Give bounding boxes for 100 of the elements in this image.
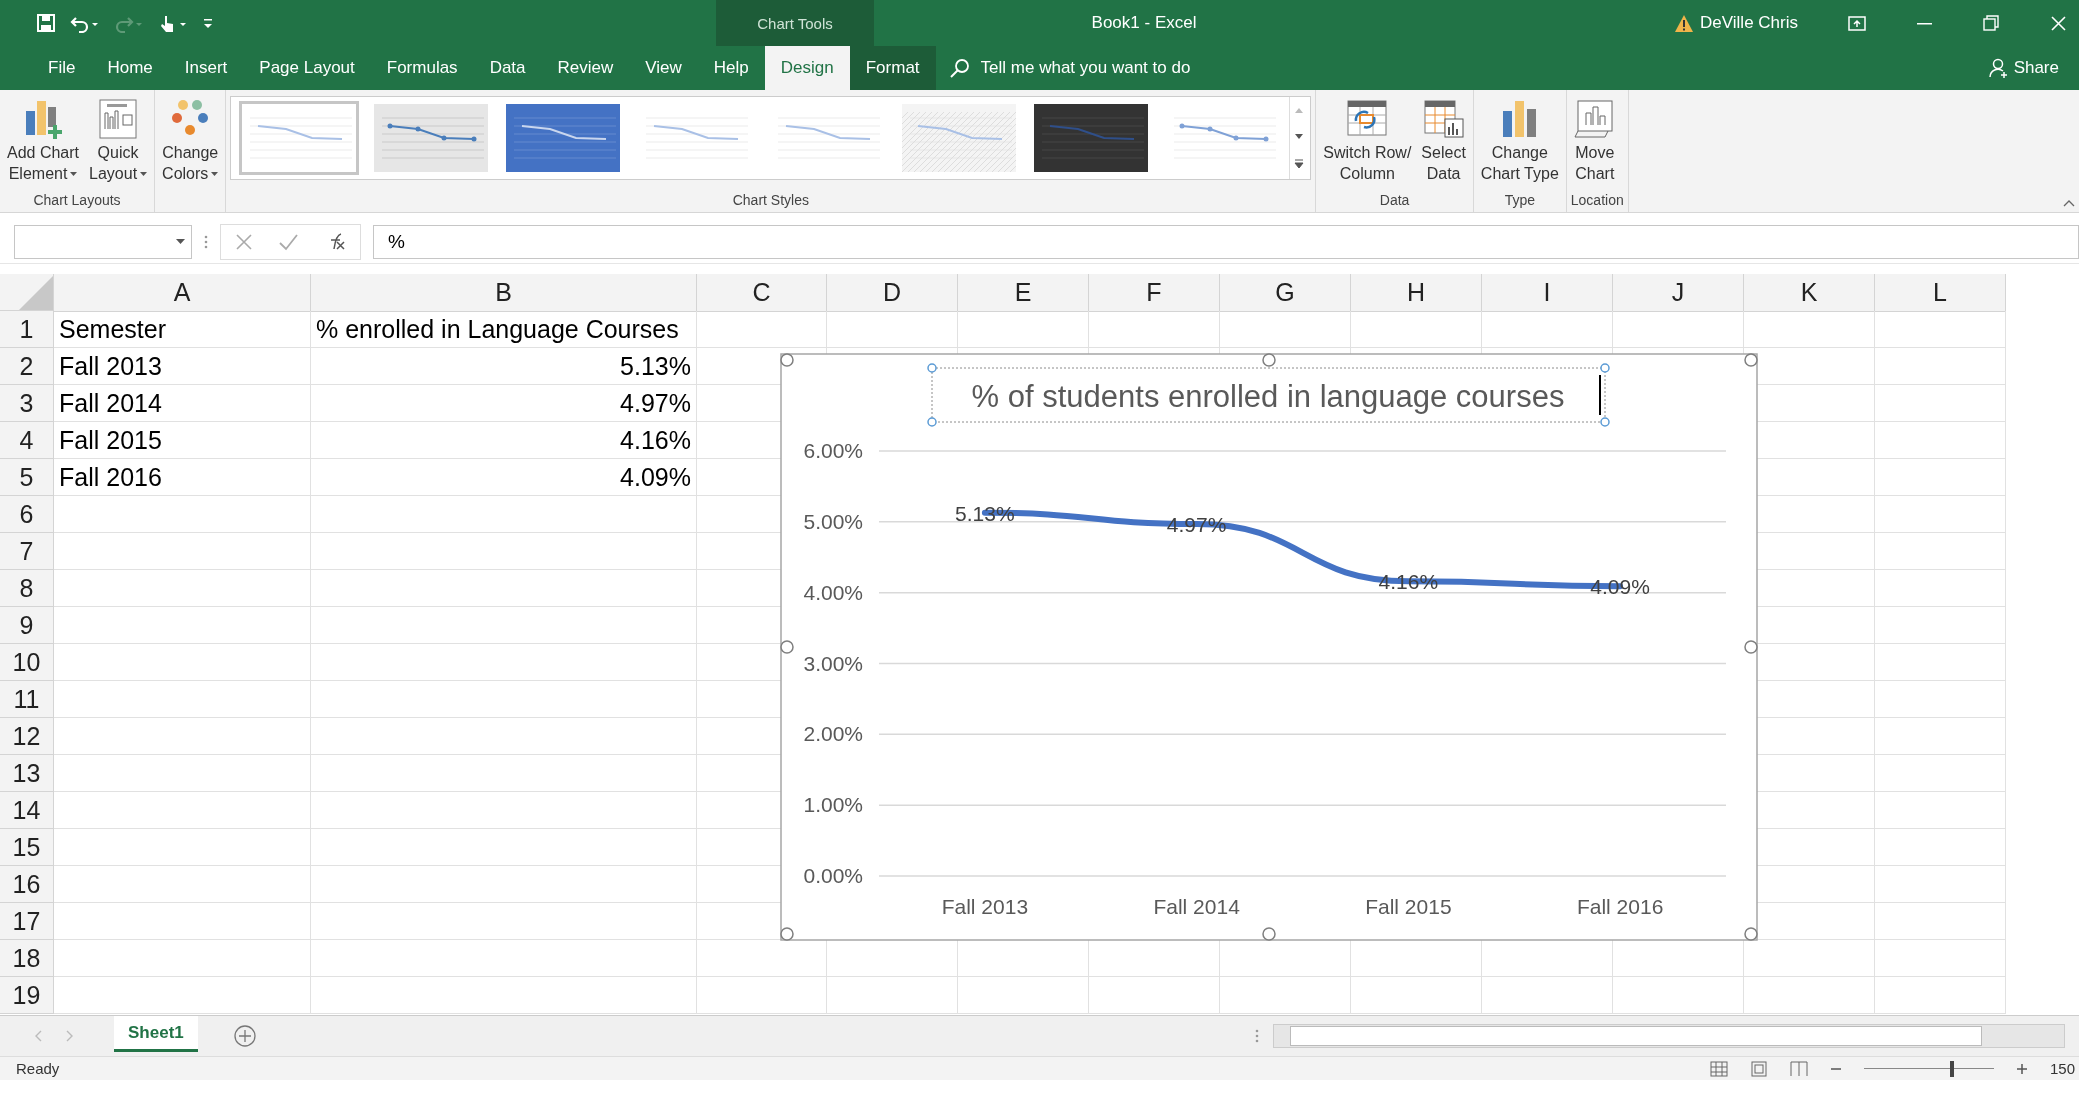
window-title: Book1 - Excel (1090, 13, 1198, 33)
quick-layout-icon (97, 97, 140, 141)
grip-icon (1255, 1029, 1259, 1043)
resize-handle[interactable] (780, 927, 794, 941)
resize-handle[interactable] (1262, 927, 1276, 941)
resize-handle[interactable] (1744, 927, 1758, 941)
user-name[interactable]: DeVille Chris (1700, 13, 1798, 33)
column-header[interactable]: I (1482, 274, 1613, 312)
status-text: Ready (16, 1060, 60, 1077)
table-cell: 4.16% (311, 422, 697, 459)
row-header[interactable]: 15 (0, 829, 54, 866)
more-icon[interactable] (1294, 159, 1305, 170)
column-header[interactable]: G (1220, 274, 1351, 312)
ribbon-button[interactable]: Change Chart Type (1477, 94, 1562, 186)
sheet-tab[interactable]: Sheet1 (114, 1016, 198, 1052)
normal-view-icon[interactable] (1709, 1060, 1728, 1077)
ribbon-group-label: Chart Styles (731, 191, 810, 210)
zoom-slider[interactable] (1863, 1060, 1994, 1077)
share-button[interactable]: Share (1982, 56, 2065, 80)
ribbon-tab[interactable]: Review (541, 46, 630, 90)
tell-me-field[interactable]: Tell me what you want to do (978, 57, 1283, 79)
grip-icon (204, 234, 208, 249)
table-cell: Semester (54, 311, 311, 348)
caret-icon (176, 239, 185, 244)
ribbon-display-icon[interactable] (1848, 14, 1866, 32)
ribbon-button[interactable]: Change Colors (159, 94, 222, 186)
column-header[interactable]: E (958, 274, 1089, 312)
table-cell: 5.13% (311, 348, 697, 385)
row-header[interactable]: 14 (0, 792, 54, 829)
ribbon-tab[interactable]: Page Layout (243, 46, 371, 90)
row-header[interactable]: 10 (0, 644, 54, 681)
row-header[interactable]: 16 (0, 866, 54, 903)
row-header[interactable]: 2 (0, 348, 54, 385)
close-icon[interactable] (2050, 14, 2067, 32)
resize-handle[interactable] (1744, 640, 1758, 654)
ribbon-button[interactable]: Select Data (1418, 94, 1469, 186)
row-header[interactable]: 3 (0, 385, 54, 422)
row-header[interactable]: 5 (0, 459, 54, 496)
ribbon-button[interactable]: Move Chart (1570, 94, 1619, 186)
touch-mode-icon[interactable] (158, 13, 188, 33)
ribbon-tab[interactable]: Home (91, 46, 169, 90)
contextual-tab-group-label: Chart Tools (716, 0, 874, 46)
ribbon-button[interactable]: Add Chart Element (4, 94, 83, 186)
column-header[interactable]: A (54, 274, 311, 312)
ribbon-tab[interactable]: File (32, 46, 92, 90)
chart-style-thumbnail[interactable] (239, 101, 360, 175)
row-header[interactable]: 11 (0, 681, 54, 718)
column-header[interactable]: H (1351, 274, 1482, 312)
row-header[interactable]: 6 (0, 496, 54, 533)
ribbon-group-label: Chart Layouts (32, 191, 122, 210)
warning-icon (1674, 13, 1695, 33)
save-icon[interactable] (36, 13, 56, 33)
column-header[interactable]: F (1089, 274, 1220, 312)
row-header[interactable]: 9 (0, 607, 54, 644)
ribbon-tab[interactable]: Insert (168, 46, 244, 90)
ribbon-tab[interactable]: Help (697, 46, 765, 90)
axis-category-label: Fall 2013 (941, 895, 1029, 918)
row-header[interactable]: 12 (0, 718, 54, 755)
restore-icon[interactable] (1983, 14, 2000, 32)
column-header[interactable]: J (1613, 274, 1744, 312)
row-header[interactable]: 17 (0, 903, 54, 940)
ribbon-button[interactable]: Switch Row/ Column (1320, 94, 1415, 186)
row-header[interactable]: 19 (0, 977, 54, 1014)
page-layout-icon[interactable] (1749, 1060, 1768, 1077)
check-icon[interactable] (279, 232, 298, 251)
ribbon-tab[interactable]: Format (849, 46, 936, 90)
ribbon-tab[interactable]: Design (764, 46, 850, 90)
horizontal-scrollbar[interactable] (1273, 1024, 2065, 1048)
column-header[interactable]: D (827, 274, 958, 312)
row-header[interactable]: 1 (0, 311, 54, 348)
search-icon (949, 58, 969, 78)
caret-icon (70, 171, 78, 176)
zoom-level[interactable]: 150 (2049, 1060, 2075, 1077)
title-selection-frame[interactable] (927, 363, 1610, 427)
cancel-icon[interactable] (235, 232, 253, 251)
table-cell: Fall 2016 (54, 459, 311, 496)
table-cell: Fall 2013 (54, 348, 311, 385)
column-header[interactable]: L (1875, 274, 2006, 312)
row-header[interactable]: 7 (0, 533, 54, 570)
page-break-icon[interactable] (1789, 1060, 1808, 1077)
column-header[interactable]: B (311, 274, 697, 312)
formula-field[interactable]: % (373, 224, 2079, 259)
row-header[interactable]: 4 (0, 422, 54, 459)
resize-handle[interactable] (780, 640, 794, 654)
row-header[interactable]: 8 (0, 570, 54, 607)
resize-handle[interactable] (1744, 353, 1758, 367)
ribbon-tab[interactable]: Formulas (370, 46, 474, 90)
ribbon-tab[interactable]: Data (473, 46, 542, 90)
resize-handle[interactable] (780, 353, 794, 367)
column-header[interactable]: K (1744, 274, 1875, 312)
add-sheet-icon[interactable] (233, 1025, 256, 1047)
row-header[interactable]: 13 (0, 755, 54, 792)
resize-handle[interactable] (1262, 353, 1276, 367)
axis-category-label: Fall 2015 (1365, 895, 1452, 918)
scroll-down-icon[interactable] (1294, 133, 1305, 140)
column-header[interactable]: C (697, 274, 827, 312)
collapse-ribbon-icon[interactable] (2063, 199, 2075, 208)
ribbon-button[interactable]: Quick Layout (86, 94, 151, 186)
row-header[interactable]: 18 (0, 940, 54, 977)
ribbon-tab[interactable]: View (629, 46, 698, 90)
